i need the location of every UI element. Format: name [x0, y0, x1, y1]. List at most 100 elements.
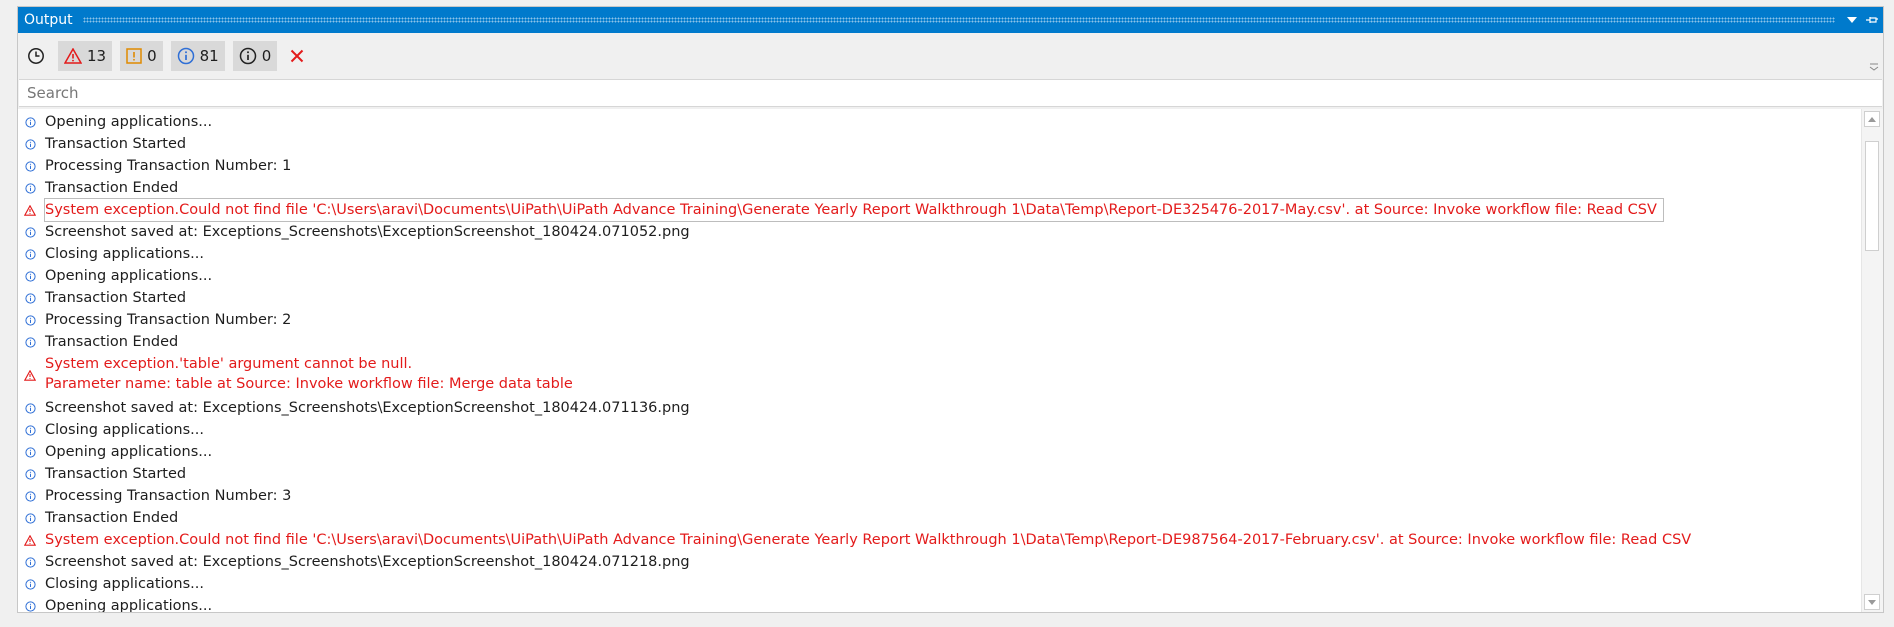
search-input[interactable]: [25, 83, 1882, 103]
info-icon: [24, 595, 36, 612]
vertical-scrollbar[interactable]: [1861, 109, 1883, 612]
log-entry-info[interactable]: Transaction Started: [18, 287, 1861, 309]
scrollbar-thumb[interactable]: [1865, 141, 1879, 251]
log-message-line: Screenshot saved at: Exceptions_Screensh…: [45, 400, 690, 416]
log-message: System exception.Could not find file 'C:…: [44, 198, 1664, 222]
panel-title: Output: [24, 12, 73, 28]
info-filter-button[interactable]: 81: [170, 41, 225, 71]
close-icon: [291, 49, 304, 63]
log-entry-info[interactable]: Transaction Ended: [18, 331, 1861, 353]
log-entry-info[interactable]: Screenshot saved at: Exceptions_Screensh…: [18, 551, 1861, 573]
log-message-line: Transaction Started: [45, 136, 187, 152]
log-list: Opening applications... Transaction Start…: [18, 111, 1861, 612]
log-message-line: Screenshot saved at: Exceptions_Screensh…: [45, 554, 690, 570]
log-message: Opening applications...: [45, 441, 212, 463]
trace-filter-button[interactable]: 0: [232, 41, 278, 71]
log-message: Closing applications...: [45, 243, 204, 265]
log-message-line: Opening applications...: [45, 598, 213, 612]
clock-icon: [28, 48, 44, 64]
info-icon: [24, 331, 36, 353]
info-count: 81: [199, 47, 219, 65]
output-titlebar[interactable]: Output: [18, 7, 1883, 33]
log-message: Opening applications...: [45, 265, 212, 287]
log-message: System exception.'table' argument cannot…: [45, 353, 573, 394]
log-message: Processing Transaction Number: 2: [45, 309, 291, 331]
search-bar: [19, 79, 1882, 107]
warning-icon: [126, 48, 142, 64]
log-entry-info[interactable]: Processing Transaction Number: 1: [18, 155, 1861, 177]
output-panel: Output 13 0 81 0 Search Opening applicat…: [17, 6, 1884, 613]
output-log[interactable]: Opening applications... Transaction Start…: [18, 109, 1883, 612]
log-message-line: Transaction Ended: [45, 334, 179, 350]
log-entry-info[interactable]: Opening applications...: [18, 111, 1861, 133]
log-message-line: Processing Transaction Number: 1: [45, 158, 292, 174]
log-message: Opening applications...: [45, 111, 212, 133]
log-message: Opening applications...: [45, 595, 212, 612]
info-icon: [24, 551, 36, 573]
log-message-line: System exception.'table' argument cannot…: [45, 356, 413, 372]
titlebar-grip: [82, 17, 1835, 23]
log-entry-info[interactable]: Screenshot saved at: Exceptions_Screensh…: [18, 221, 1861, 243]
log-message: Transaction Started: [45, 133, 186, 155]
log-message: Processing Transaction Number: 3: [45, 485, 291, 507]
log-message: Transaction Started: [45, 463, 186, 485]
log-message: Screenshot saved at: Exceptions_Screensh…: [45, 397, 690, 419]
log-entry-info[interactable]: Closing applications...: [18, 419, 1861, 441]
log-message: Closing applications...: [45, 573, 204, 595]
log-message-line: Processing Transaction Number: 3: [45, 488, 292, 504]
warnings-count: 0: [147, 47, 157, 65]
error-triangle-icon: [24, 529, 36, 551]
errors-filter-button[interactable]: 13: [58, 41, 113, 71]
toolbar-overflow-icon[interactable]: [1869, 63, 1879, 71]
info-icon: [24, 221, 36, 243]
info-icon: [24, 111, 36, 133]
output-toolbar: 13 0 81 0: [18, 33, 1883, 79]
log-message-line: Closing applications...: [45, 246, 204, 262]
log-entry-info[interactable]: Closing applications...: [18, 243, 1861, 265]
error-triangle-icon: [64, 48, 82, 64]
trace-info-icon: [239, 47, 256, 65]
log-message-line: Screenshot saved at: Exceptions_Screensh…: [45, 224, 690, 240]
info-icon: [24, 243, 36, 265]
log-entry-info[interactable]: Processing Transaction Number: 3: [18, 485, 1861, 507]
log-entry-error[interactable]: System exception.Could not find file 'C:…: [18, 198, 1861, 222]
info-icon: [24, 441, 36, 463]
log-message: Screenshot saved at: Exceptions_Screensh…: [45, 551, 690, 573]
log-message: Screenshot saved at: Exceptions_Screensh…: [45, 221, 690, 243]
log-entry-info[interactable]: Processing Transaction Number: 2: [18, 309, 1861, 331]
log-entry-info[interactable]: Screenshot saved at: Exceptions_Screensh…: [18, 397, 1861, 419]
error-triangle-icon: [24, 199, 36, 221]
info-icon: [24, 419, 36, 441]
panel-menu-dropdown-icon[interactable]: [1843, 11, 1861, 29]
errors-count: 13: [87, 47, 107, 65]
info-icon: [24, 265, 36, 287]
log-entry-info[interactable]: Transaction Started: [18, 463, 1861, 485]
log-entry-error[interactable]: System exception.'table' argument cannot…: [18, 353, 1861, 397]
scroll-up-icon[interactable]: [1864, 111, 1880, 127]
warnings-filter-button[interactable]: 0: [120, 41, 163, 71]
log-message: Closing applications...: [45, 419, 204, 441]
pin-icon[interactable]: [1863, 11, 1881, 29]
log-message-line: System exception.Could not find file 'C:…: [45, 532, 1692, 548]
log-entry-info[interactable]: Transaction Ended: [18, 177, 1861, 199]
error-triangle-icon: [24, 353, 36, 397]
info-icon: [24, 155, 36, 177]
log-entry-info[interactable]: Opening applications...: [18, 265, 1861, 287]
log-entry-info[interactable]: Opening applications...: [18, 441, 1861, 463]
log-message-line: Closing applications...: [45, 422, 204, 438]
log-entry-info[interactable]: Closing applications...: [18, 573, 1861, 595]
log-message: Transaction Started: [45, 287, 186, 309]
log-entry-info[interactable]: Opening applications...: [18, 595, 1861, 612]
log-message-line: Transaction Started: [45, 466, 187, 482]
log-entry-error[interactable]: System exception.Could not find file 'C:…: [18, 529, 1861, 551]
scroll-down-icon[interactable]: [1864, 594, 1880, 610]
log-message-line: Opening applications...: [45, 268, 213, 284]
info-icon: [24, 463, 36, 485]
log-entry-info[interactable]: Transaction Started: [18, 133, 1861, 155]
log-entry-info[interactable]: Transaction Ended: [18, 507, 1861, 529]
clear-output-button[interactable]: [285, 41, 309, 71]
timestamp-toggle-button[interactable]: [22, 41, 50, 71]
log-message-line: System exception.Could not find file 'C:…: [45, 202, 1657, 218]
log-message: Transaction Ended: [45, 331, 178, 353]
log-message-line: Processing Transaction Number: 2: [45, 312, 292, 328]
